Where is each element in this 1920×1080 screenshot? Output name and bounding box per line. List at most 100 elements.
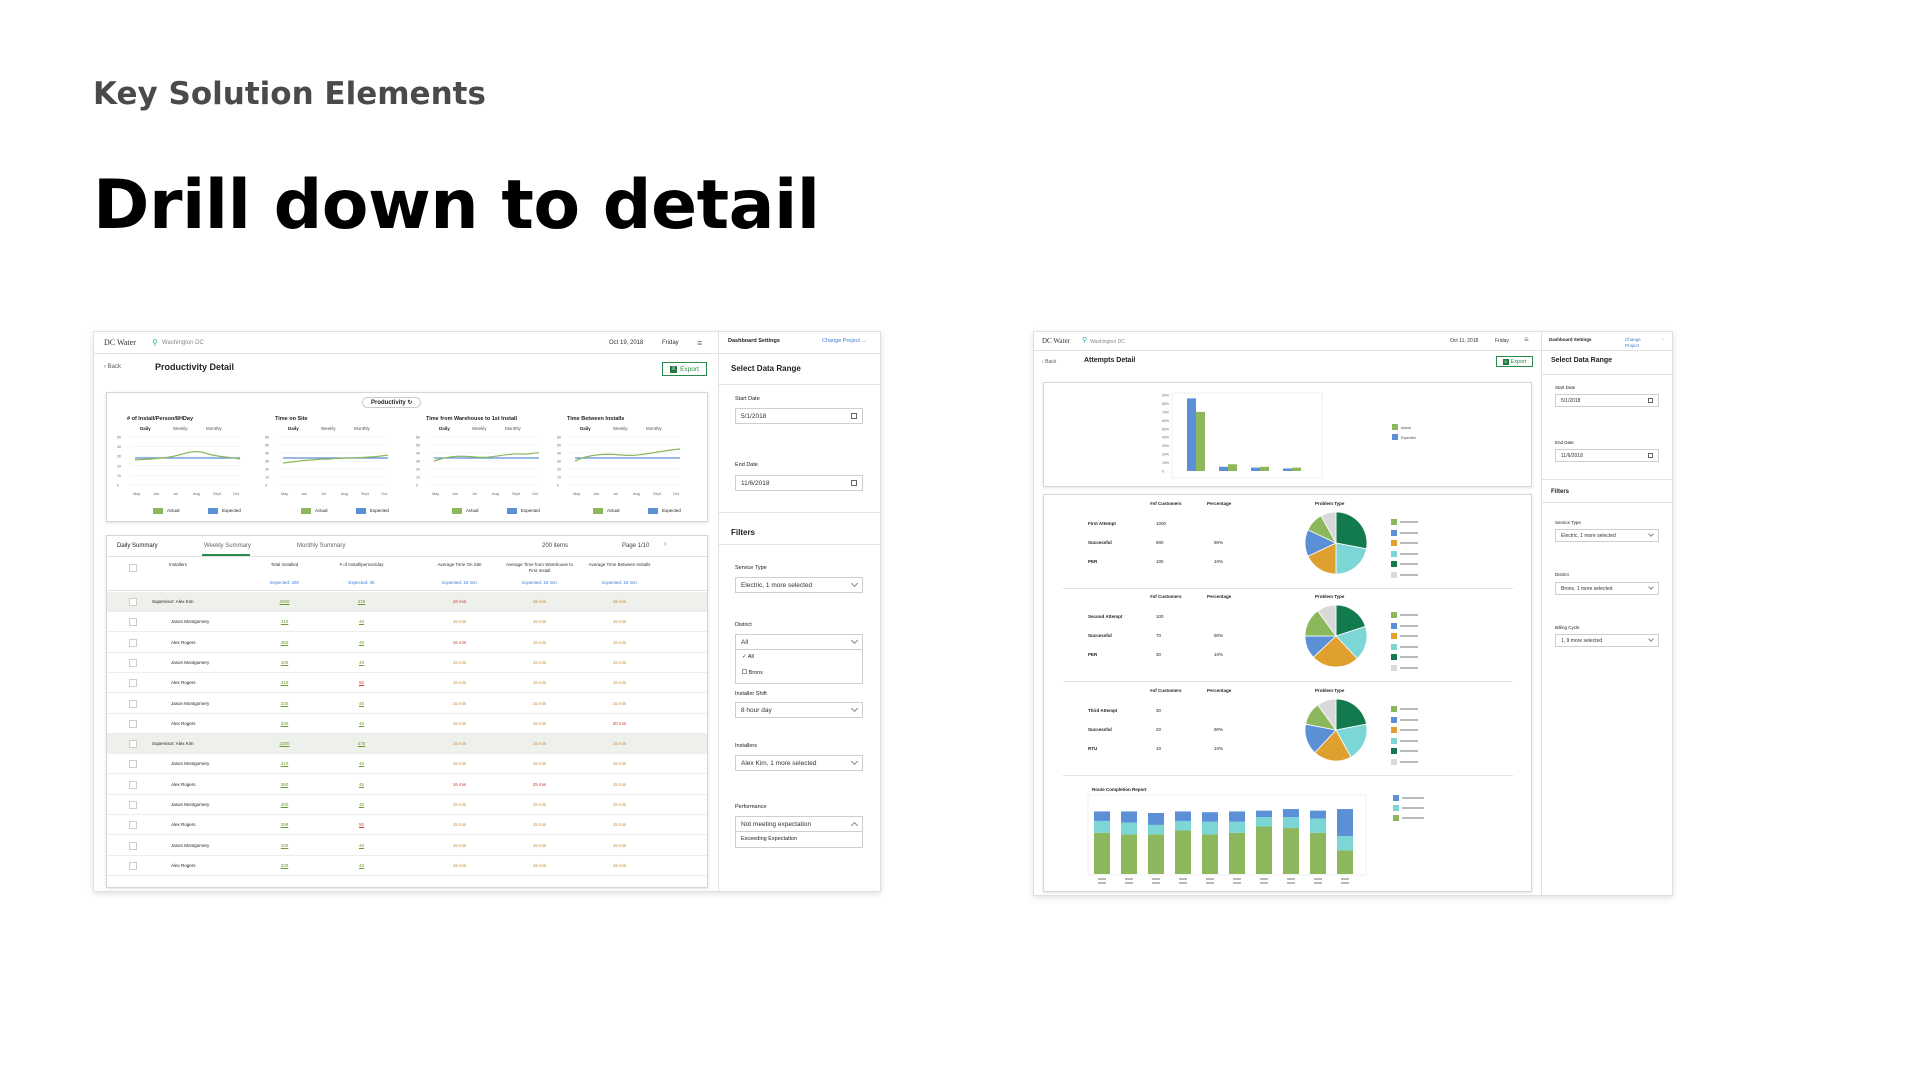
tab-weekly-summary[interactable]: Weekly Summary — [204, 543, 251, 549]
export-button[interactable]: X Export — [662, 362, 707, 376]
cell-total[interactable]: 330 — [247, 721, 322, 726]
end-date-field[interactable]: 11/6/2018 — [735, 475, 863, 491]
chart-tab-daily[interactable]: Daily — [439, 426, 450, 431]
column-header[interactable]: Average Time Between Installs — [582, 562, 657, 568]
service-type-select[interactable]: Electric, 1 more selected — [735, 577, 863, 593]
row-checkbox[interactable] — [129, 679, 137, 688]
filter-menu-icon[interactable]: ≡ — [1524, 335, 1529, 344]
table-row[interactable]: Jason Montgomery 330 45 15 min 15 min 15 min — [107, 694, 707, 714]
table-row[interactable]: Alex Rogers 410 52 15 min 15 min 15 min — [107, 673, 707, 694]
installer-shift-select[interactable]: 8 hour day — [735, 702, 863, 718]
column-header[interactable]: Average Time from Warehouse to First Ins… — [502, 562, 577, 574]
chart-tab-daily[interactable]: Daily — [288, 426, 299, 431]
row-checkbox[interactable] — [129, 801, 137, 809]
chart-tab-daily[interactable]: Daily — [580, 426, 591, 431]
row-checkbox[interactable] — [129, 740, 137, 749]
district-option-bronx[interactable]: Bronx — [742, 669, 763, 676]
select-all-checkbox[interactable] — [129, 564, 137, 572]
start-date-field[interactable]: 5/1/2018 — [1555, 394, 1659, 407]
row-checkbox[interactable] — [129, 658, 137, 667]
service-type-select[interactable]: Electric, 1 more selected — [1555, 529, 1659, 542]
table-row[interactable]: Jason Montgomery 410 45 15 min 15 min 15 min — [107, 754, 707, 775]
table-row[interactable]: Alex Rogers 350 45 16 min 25 min 15 min — [107, 775, 707, 795]
cell-perday[interactable]: 52 — [324, 680, 399, 685]
performance-select[interactable]: Not meeting expectation — [735, 816, 863, 832]
export-button[interactable]: X Export — [1496, 356, 1533, 367]
table-row[interactable]: Jason Montgomery 330 45 15 min 15 min 15 min — [107, 836, 707, 856]
row-checkbox[interactable] — [129, 699, 137, 708]
cell-perday[interactable]: 45 — [324, 782, 399, 787]
row-checkbox[interactable] — [129, 719, 137, 728]
table-row[interactable]: Alex Rogers 330 45 15 min 15 min 20 min — [107, 714, 707, 734]
cell-perday[interactable]: 45 — [324, 660, 399, 665]
row-checkbox[interactable] — [129, 841, 137, 850]
change-project-link[interactable]: Change Project — [1625, 337, 1651, 349]
column-header[interactable]: Installers — [169, 562, 229, 568]
cell-total[interactable]: 399 — [247, 822, 322, 827]
chart-tab-monthly[interactable]: Monthly — [646, 426, 662, 431]
row-checkbox[interactable] — [129, 760, 137, 769]
cell-total[interactable]: 330 — [247, 701, 322, 706]
change-project-link[interactable]: Change Project → — [822, 338, 867, 344]
row-checkbox[interactable] — [129, 598, 137, 606]
chart-tab-daily[interactable]: Daily — [140, 426, 151, 431]
cell-total[interactable]: 350 — [247, 640, 322, 645]
table-row[interactable]: Alex Rogers 330 45 15 min 15 min 15 min — [107, 856, 707, 876]
chart-tab-monthly[interactable]: Monthly — [505, 426, 521, 431]
row-checkbox[interactable] — [129, 861, 137, 870]
tab-daily-summary[interactable]: Daily Summary — [117, 543, 158, 549]
cell-perday[interactable]: 45 — [324, 701, 399, 706]
table-row[interactable]: Jason Montgomery 400 45 15 min 15 min 15 min — [107, 795, 707, 815]
row-checkbox[interactable] — [129, 618, 137, 627]
chart-tab-monthly[interactable]: Monthly — [206, 426, 222, 431]
district-option-all[interactable]: ✓ All — [742, 654, 754, 660]
chart-tab-weekly[interactable]: Weekly — [613, 426, 628, 431]
table-row[interactable]: Jason Montgomery 400 45 15 min 15 min 15 min — [107, 653, 707, 673]
column-header[interactable]: Total Installed — [247, 562, 322, 568]
district-select[interactable]: Bronx, 1 more selected — [1555, 582, 1659, 595]
row-checkbox[interactable] — [129, 821, 137, 830]
cell-total[interactable]: 410 — [247, 761, 322, 766]
end-date-field[interactable]: 11/6/2018 — [1555, 449, 1659, 462]
cell-perday[interactable]: 45 — [324, 640, 399, 645]
installers-select[interactable]: Alex Kim, 1 more selected — [735, 755, 863, 771]
cell-perday[interactable]: 45 — [324, 619, 399, 624]
supervisor-row[interactable]: Supervisor: Alex Kim 2200 475 15 min 15 min 1… — [107, 734, 707, 755]
billing-cycle-select[interactable]: 1, 9 more selected — [1555, 634, 1659, 647]
cell-perday[interactable]: 45 — [324, 863, 399, 868]
chart-tab-weekly[interactable]: Weekly — [173, 426, 188, 431]
chart-tab-weekly[interactable]: Weekly — [472, 426, 487, 431]
district-select[interactable]: All — [735, 634, 863, 650]
chart-tab-monthly[interactable]: Monthly — [354, 426, 370, 431]
filter-menu-icon[interactable]: ≡ — [697, 338, 702, 348]
tab-monthly-summary[interactable]: Monthly Summary — [297, 543, 345, 549]
table-row[interactable]: Alex Rogers 399 52 15 min 15 min 15 min — [107, 815, 707, 836]
cell-total[interactable]: 2000 — [247, 599, 322, 604]
cell-total[interactable]: 400 — [247, 802, 322, 807]
cell-total[interactable]: 410 — [247, 680, 322, 685]
row-checkbox[interactable] — [129, 638, 137, 647]
cell-perday[interactable]: 45 — [324, 802, 399, 807]
cell-perday[interactable]: 45 — [324, 721, 399, 726]
cell-perday[interactable]: 475 — [324, 599, 399, 604]
back-link[interactable]: ‹ Back — [104, 364, 121, 370]
supervisor-row[interactable]: Supervisor: Alex Kim 2000 475 16 min 15 min 1… — [107, 592, 707, 612]
chart-tab-weekly[interactable]: Weekly — [321, 426, 336, 431]
back-link[interactable]: ‹ Back — [1042, 359, 1056, 365]
cell-perday[interactable]: 45 — [324, 761, 399, 766]
cell-total[interactable]: 350 — [247, 782, 322, 787]
cell-total[interactable]: 330 — [247, 863, 322, 868]
cell-total[interactable]: 330 — [247, 843, 322, 848]
start-date-field[interactable]: 5/1/2018 — [735, 408, 863, 424]
arrow-right-icon[interactable]: → — [1660, 336, 1665, 342]
productivity-chip[interactable]: Productivity ↻ — [362, 397, 422, 408]
cell-perday[interactable]: 45 — [324, 843, 399, 848]
cell-total[interactable]: 400 — [247, 660, 322, 665]
performance-option-exceeding[interactable]: Exceeding Expectation — [735, 832, 863, 848]
cell-perday[interactable]: 475 — [324, 741, 399, 746]
table-row[interactable]: Jason Montgomery 410 45 15 min 15 min 15 min — [107, 612, 707, 633]
cell-perday[interactable]: 52 — [324, 822, 399, 827]
row-checkbox[interactable] — [129, 780, 137, 789]
table-row[interactable]: Alex Rogers 350 45 16 min 15 min 15 min — [107, 633, 707, 653]
cell-total[interactable]: 2200 — [247, 741, 322, 746]
